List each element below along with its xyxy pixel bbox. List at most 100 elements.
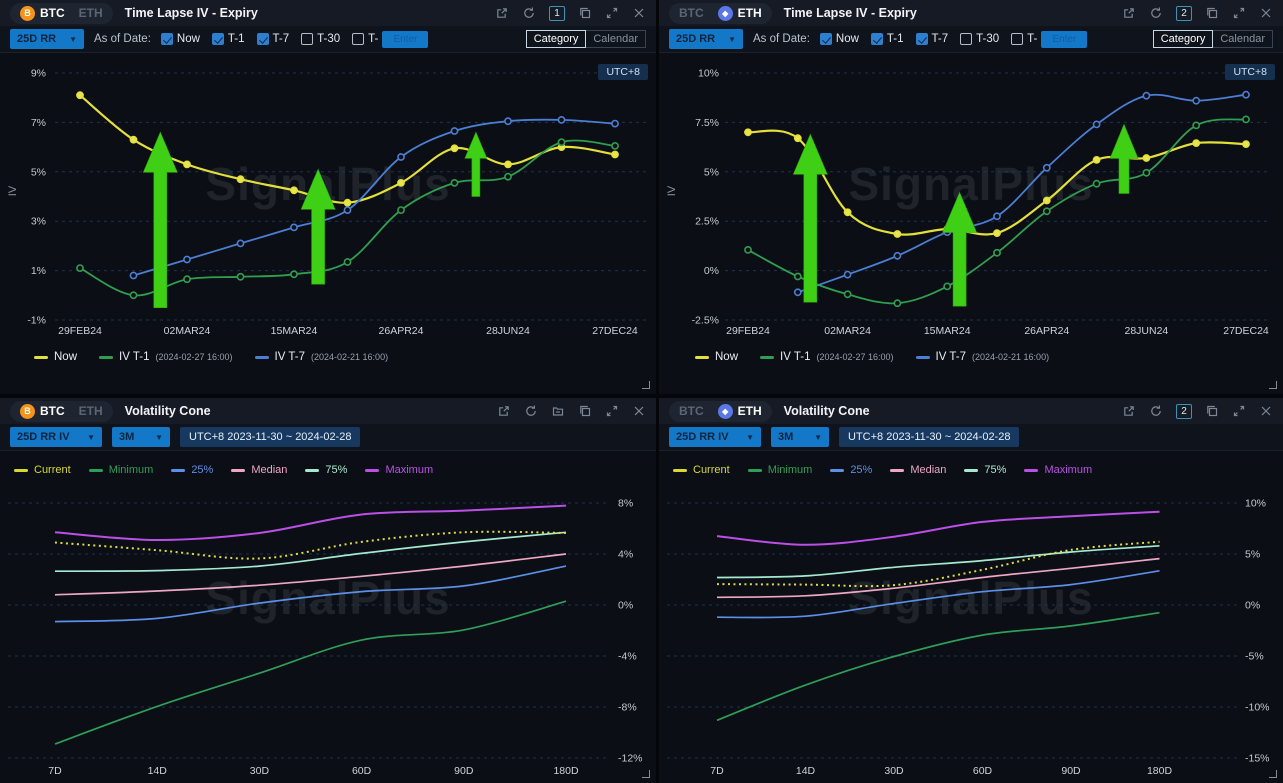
- legend-item-t1[interactable]: IV T-1(2024-02-27 16:00): [99, 351, 233, 363]
- copy-icon[interactable]: [578, 404, 592, 418]
- tab-eth[interactable]: ◆ ETH: [718, 404, 762, 419]
- panel-eth-volcone: BTC ◆ ETH Volatility Cone 2 25D RR IV▼: [659, 398, 1283, 783]
- btc-volcone-chart-canvas[interactable]: 8%4%0%-4%-8%-12%7D14D30D60D90D180D: [0, 483, 656, 783]
- btc-timelapse-chart-canvas[interactable]: 9%7%5%3%1%-1%29FEB2402MAR2415MAR2426APR2…: [0, 53, 656, 353]
- legend-item-current[interactable]: Current: [673, 464, 730, 476]
- chevron-down-icon: ▼: [87, 433, 95, 442]
- refresh-icon[interactable]: [1149, 6, 1163, 20]
- t-custom-days-input[interactable]: Enter: [382, 31, 428, 48]
- eth-timelapse-chart-canvas[interactable]: 10%7.5%5%2.5%0%-2.5%29FEB2402MAR2415MAR2…: [659, 53, 1283, 353]
- asset-tabs: B BTC ETH: [10, 401, 113, 422]
- date-range-text: UTC+8 2023-11-30 ~ 2024-02-28: [180, 427, 360, 447]
- checkbox-t1[interactable]: T-1: [212, 33, 245, 45]
- copy-icon[interactable]: [1205, 404, 1219, 418]
- svg-text:4%: 4%: [618, 549, 633, 561]
- legend-item-75[interactable]: 75%: [964, 464, 1006, 476]
- close-icon[interactable]: [1259, 6, 1273, 20]
- legend-item-now[interactable]: Now: [695, 351, 738, 363]
- close-icon[interactable]: [1259, 404, 1273, 418]
- category-view-button[interactable]: Category: [526, 30, 587, 48]
- eth-volcone-chart-canvas[interactable]: 10%5%0%-5%-10%-15%7D14D30D60D90D180D: [659, 483, 1283, 783]
- checkbox-t30[interactable]: T-30: [301, 33, 340, 45]
- period-dropdown[interactable]: 3M▼: [771, 427, 829, 447]
- legend-item-t7[interactable]: IV T-7(2024-02-21 16:00): [916, 351, 1050, 363]
- window-count-badge[interactable]: 2: [1176, 6, 1192, 21]
- calendar-view-button[interactable]: Calendar: [1212, 30, 1273, 48]
- panel-toolbar: 25D RR▼ As of Date: Now T-1 T-7 T-30 T- …: [659, 26, 1283, 53]
- tab-btc[interactable]: B BTC: [20, 6, 65, 21]
- close-icon[interactable]: [632, 6, 646, 20]
- window-count-badge[interactable]: 1: [549, 6, 565, 21]
- t-custom-days-input[interactable]: Enter: [1041, 31, 1087, 48]
- tab-label: ETH: [738, 6, 762, 20]
- tab-eth[interactable]: ETH: [79, 6, 103, 20]
- legend-item-maximum[interactable]: Maximum: [365, 464, 433, 476]
- legend-item-25[interactable]: 25%: [830, 464, 872, 476]
- checkbox-now[interactable]: Now: [820, 33, 859, 45]
- checkbox-t7[interactable]: T-7: [916, 33, 949, 45]
- legend-swatch: [748, 469, 762, 472]
- tab-btc[interactable]: B BTC: [20, 404, 65, 419]
- copy-icon[interactable]: [578, 6, 592, 20]
- expand-icon[interactable]: [605, 6, 619, 20]
- checkbox-t-custom[interactable]: T-: [1011, 33, 1037, 45]
- legend-swatch: [34, 356, 48, 359]
- checkbox-t30[interactable]: T-30: [960, 33, 999, 45]
- expand-icon[interactable]: [1232, 404, 1246, 418]
- resize-handle[interactable]: [642, 770, 650, 778]
- checkbox-t7[interactable]: T-7: [257, 33, 290, 45]
- legend-item-median[interactable]: Median: [231, 464, 287, 476]
- refresh-icon[interactable]: [1149, 404, 1163, 418]
- metric-dropdown[interactable]: 25D RR IV▼: [669, 427, 761, 447]
- svg-text:5%: 5%: [31, 166, 46, 178]
- window-count-badge[interactable]: 2: [1176, 404, 1192, 419]
- expand-icon[interactable]: [605, 404, 619, 418]
- svg-text:29FEB24: 29FEB24: [58, 325, 102, 337]
- svg-text:-10%: -10%: [1245, 702, 1270, 714]
- legend-item-median[interactable]: Median: [890, 464, 946, 476]
- checkbox-t1[interactable]: T-1: [871, 33, 904, 45]
- refresh-icon[interactable]: [522, 6, 536, 20]
- checkbox-box: [1011, 33, 1023, 45]
- metric-dropdown[interactable]: 25D RR▼: [10, 29, 84, 49]
- period-dropdown[interactable]: 3M▼: [112, 427, 170, 447]
- resize-handle[interactable]: [1269, 381, 1277, 389]
- metric-dropdown[interactable]: 25D RR IV▼: [10, 427, 102, 447]
- refresh-icon[interactable]: [524, 404, 538, 418]
- legend-item-minimum[interactable]: Minimum: [748, 464, 813, 476]
- as-of-date-label: As of Date:: [753, 33, 810, 45]
- external-link-icon[interactable]: [497, 404, 511, 418]
- svg-text:15MAR24: 15MAR24: [924, 325, 971, 337]
- legend-swatch: [14, 469, 28, 472]
- svg-text:-5%: -5%: [1245, 651, 1264, 663]
- legend-item-minimum[interactable]: Minimum: [89, 464, 154, 476]
- resize-handle[interactable]: [1269, 770, 1277, 778]
- legend-item-t7[interactable]: IV T-7(2024-02-21 16:00): [255, 351, 389, 363]
- folder-icon[interactable]: [551, 404, 565, 418]
- legend-swatch: [231, 469, 245, 472]
- svg-text:14D: 14D: [796, 765, 816, 777]
- legend-item-25[interactable]: 25%: [171, 464, 213, 476]
- metric-dropdown[interactable]: 25D RR▼: [669, 29, 743, 49]
- copy-icon[interactable]: [1205, 6, 1219, 20]
- panel-btc-timelapse: B BTC ETH Time Lapse IV - Expiry 1 25D R…: [0, 0, 656, 394]
- external-link-icon[interactable]: [495, 6, 509, 20]
- legend-item-current[interactable]: Current: [14, 464, 71, 476]
- legend-item-now[interactable]: Now: [34, 351, 77, 363]
- checkbox-t-custom[interactable]: T-: [352, 33, 378, 45]
- expand-icon[interactable]: [1232, 6, 1246, 20]
- resize-handle[interactable]: [642, 381, 650, 389]
- tab-btc[interactable]: BTC: [679, 404, 704, 418]
- external-link-icon[interactable]: [1122, 404, 1136, 418]
- legend-item-t1[interactable]: IV T-1(2024-02-27 16:00): [760, 351, 894, 363]
- category-view-button[interactable]: Category: [1153, 30, 1214, 48]
- calendar-view-button[interactable]: Calendar: [585, 30, 646, 48]
- external-link-icon[interactable]: [1122, 6, 1136, 20]
- tab-eth[interactable]: ◆ ETH: [718, 6, 762, 21]
- tab-eth[interactable]: ETH: [79, 404, 103, 418]
- tab-btc[interactable]: BTC: [679, 6, 704, 20]
- legend-item-maximum[interactable]: Maximum: [1024, 464, 1092, 476]
- checkbox-now[interactable]: Now: [161, 33, 200, 45]
- close-icon[interactable]: [632, 404, 646, 418]
- legend-item-75[interactable]: 75%: [305, 464, 347, 476]
